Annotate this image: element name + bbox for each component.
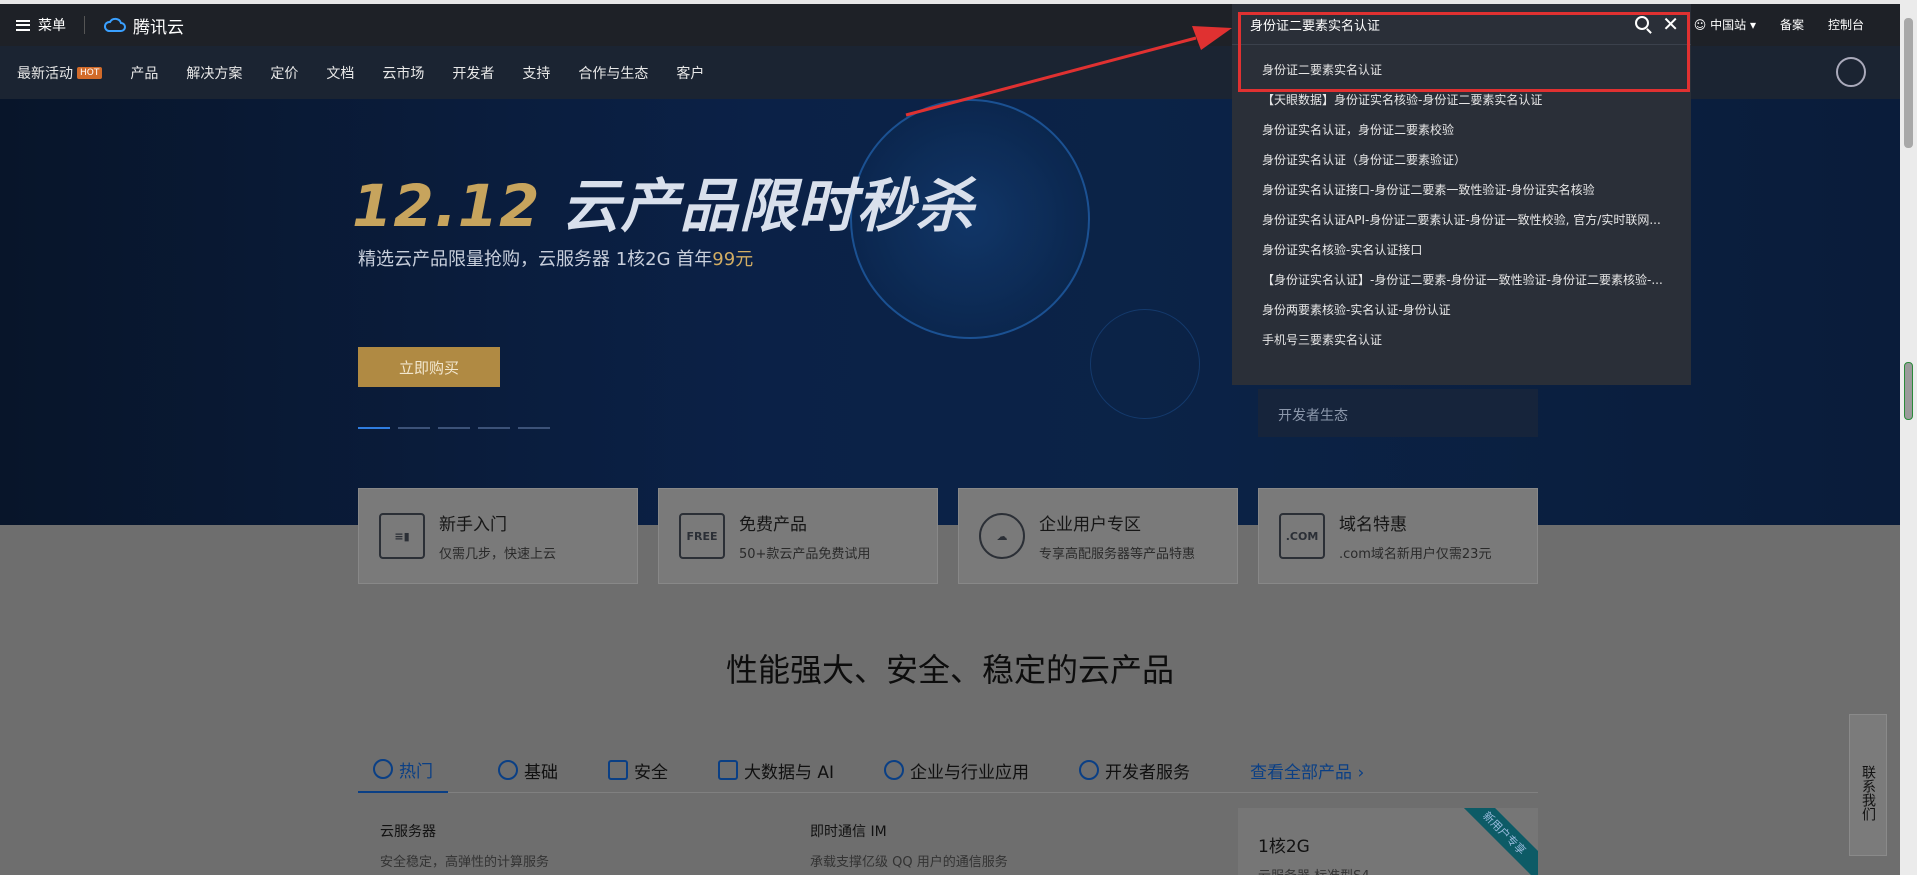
contact-us-button[interactable]: 联系我们 xyxy=(1849,714,1887,856)
product-name: 云服务器 xyxy=(380,824,436,840)
carousel-dot[interactable] xyxy=(438,427,470,429)
hot-badge: HOT xyxy=(77,66,103,79)
nav-item-support[interactable]: 支持 xyxy=(522,63,550,83)
developer-ecosystem-card[interactable]: 开发者生态 xyxy=(1258,389,1538,437)
contact-label: 联系我们 xyxy=(1860,765,1876,821)
suggestion-item[interactable]: 身份证实名认证（身份证二要素验证） xyxy=(1232,145,1691,175)
code-icon xyxy=(1079,760,1100,780)
promo-card[interactable]: 1核2G 云服务器 标准型S4 新用户专享 xyxy=(1238,808,1538,875)
tab-security[interactable]: 安全 xyxy=(608,748,668,793)
section-title: 性能强大、安全、稳定的云产品 xyxy=(725,651,1174,689)
feature-card-enterprise[interactable]: ☁ 企业用户专区专享高配服务器等产品特惠 xyxy=(958,488,1238,584)
feature-card-domain[interactable]: .COM 域名特惠 .com域名新用户仅需23元 xyxy=(1258,488,1538,584)
product-desc: 承载支撑亿级 QQ 用户的通信服务 xyxy=(810,855,1008,870)
cloud-icon: ☁ xyxy=(979,513,1025,559)
scroll-thumb[interactable] xyxy=(1904,18,1913,148)
carousel-dot[interactable] xyxy=(398,427,430,429)
beian-link[interactable]: 备案 xyxy=(1780,16,1804,33)
region-label: 中国站 xyxy=(1710,18,1747,32)
scroll-indicator xyxy=(1904,362,1913,420)
hero-title-number: 12.12 xyxy=(352,172,541,240)
brand-name: 腾讯云 xyxy=(133,17,184,38)
feature-card-beginner[interactable]: ≡▮ 新手入门仅需几步，快速上云 xyxy=(358,488,638,584)
suggestion-item[interactable]: 【身份证实名认证】-身份证二要素-身份证一致性验证-身份证二要素核验-... xyxy=(1232,265,1691,295)
hero-decoration xyxy=(1090,309,1200,419)
region-selector[interactable]: ☺ 中国站 ▾ xyxy=(1694,16,1756,33)
feature-title: 免费产品 xyxy=(739,515,807,535)
menu-button[interactable]: 菜单 xyxy=(16,15,66,35)
buy-now-button[interactable]: 立即购买 xyxy=(358,347,500,387)
tab-label: 开发者服务 xyxy=(1105,762,1191,783)
nav-item-docs[interactable]: 文档 xyxy=(326,63,354,83)
annotation-highlight-box xyxy=(1238,12,1690,92)
cloud-logo-icon xyxy=(103,17,126,32)
book-icon: ≡▮ xyxy=(379,513,425,559)
feature-card-free[interactable]: FREE 免费产品 50+款云产品免费试用 xyxy=(658,488,938,584)
enterprise-icon xyxy=(884,760,905,780)
tab-developer[interactable]: 开发者服务 xyxy=(1079,748,1190,793)
carousel-dot[interactable] xyxy=(358,427,390,429)
product-desc: 安全稳定，高弹性的计算服务 xyxy=(380,855,550,870)
hamburger-icon xyxy=(16,19,30,31)
feature-title: 企业用户专区 xyxy=(1039,515,1141,535)
hero-title-text: 云产品限时秒杀 xyxy=(561,172,975,240)
divider xyxy=(84,16,85,34)
nav-item-market[interactable]: 云市场 xyxy=(382,63,424,83)
console-link[interactable]: 控制台 xyxy=(1828,16,1864,33)
feature-title: 新手入门 xyxy=(439,515,507,535)
product-tabs: 热门 基础 安全 大数据与 AI 企业与行业应用 开发者服务 查看全部产品 › xyxy=(358,748,1538,793)
nav-item-activity[interactable]: 最新活动 HOT xyxy=(17,63,103,83)
promo-title: 1核2G xyxy=(1258,837,1310,857)
page-scrollbar[interactable] xyxy=(1900,0,1917,875)
domain-icon: .COM xyxy=(1279,513,1325,559)
promo-subtitle: 云服务器 标准型S4 xyxy=(1258,865,1518,875)
product-item[interactable]: 即时通信 IM 承载支撑亿级 QQ 用户的通信服务 xyxy=(810,821,1008,870)
suggestion-item[interactable]: 身份证实名认证接口-身份证二要素一致性验证-身份证实名核验 xyxy=(1232,175,1691,205)
tab-bigdata-ai[interactable]: 大数据与 AI xyxy=(718,748,834,793)
ai-icon xyxy=(718,760,738,780)
nav-item-customers[interactable]: 客户 xyxy=(676,63,704,83)
free-icon: FREE xyxy=(679,513,725,559)
menu-label: 菜单 xyxy=(38,18,66,34)
tab-hot[interactable]: 热门 xyxy=(358,748,448,793)
feature-subtitle: 50+款云产品免费试用 xyxy=(739,547,871,562)
nav-item-products[interactable]: 产品 xyxy=(130,63,158,83)
suggestion-item[interactable]: 身份证实名认证，身份证二要素校验 xyxy=(1232,115,1691,145)
user-avatar-icon[interactable] xyxy=(1836,57,1866,87)
nav-item-pricing[interactable]: 定价 xyxy=(270,63,298,83)
feature-subtitle: 仅需几步，快速上云 xyxy=(439,547,557,562)
nav-label: 最新活动 xyxy=(17,65,73,82)
tab-label: 企业与行业应用 xyxy=(910,762,1030,783)
shield-icon xyxy=(608,760,628,780)
tab-label: 安全 xyxy=(634,762,668,783)
product-item[interactable]: 云服务器安全稳定，高弹性的计算服务 xyxy=(380,821,549,870)
hero-subtitle: 精选云产品限量抢购，云服务器 1核2G 首年99元 xyxy=(358,245,753,271)
tab-label: 基础 xyxy=(524,762,558,783)
star-icon xyxy=(373,759,393,779)
basic-icon xyxy=(498,760,518,780)
tab-label: 热门 xyxy=(399,761,433,782)
feature-subtitle: .com域名新用户仅需23元 xyxy=(1339,547,1492,562)
tab-enterprise[interactable]: 企业与行业应用 xyxy=(884,748,1029,793)
hero-subtitle-text: 精选云产品限量抢购，云服务器 1核2G 首年 xyxy=(358,249,713,270)
product-name: 即时通信 IM xyxy=(810,824,887,840)
brand-logo[interactable]: 腾讯云 xyxy=(103,13,184,38)
carousel-indicators xyxy=(358,427,550,429)
tab-label: 大数据与 AI xyxy=(744,762,835,783)
feature-title: 域名特惠 xyxy=(1339,515,1407,535)
hero-title: 12.12 云产品限时秒杀 xyxy=(352,159,975,243)
suggestion-item[interactable]: 身份证实名认证API-身份证二要素认证-身份证一致性校验, 官方/实时联网... xyxy=(1232,205,1691,235)
suggestion-item[interactable]: 身份证实名核验-实名认证接口 xyxy=(1232,235,1691,265)
nav-item-developers[interactable]: 开发者 xyxy=(452,63,494,83)
carousel-dot[interactable] xyxy=(518,427,550,429)
nav-item-partners[interactable]: 合作与生态 xyxy=(578,63,648,83)
suggestion-item[interactable]: 手机号三要素实名认证 xyxy=(1232,325,1691,355)
tab-basic[interactable]: 基础 xyxy=(498,748,558,793)
nav-item-solutions[interactable]: 解决方案 xyxy=(186,63,242,83)
hero-price: 99元 xyxy=(712,249,754,270)
suggestion-item[interactable]: 身份两要素核验-实名认证-身份认证 xyxy=(1232,295,1691,325)
view-all-products-link[interactable]: 查看全部产品 › xyxy=(1250,748,1364,793)
carousel-dot[interactable] xyxy=(478,427,510,429)
feature-subtitle: 专享高配服务器等产品特惠 xyxy=(1039,547,1196,562)
